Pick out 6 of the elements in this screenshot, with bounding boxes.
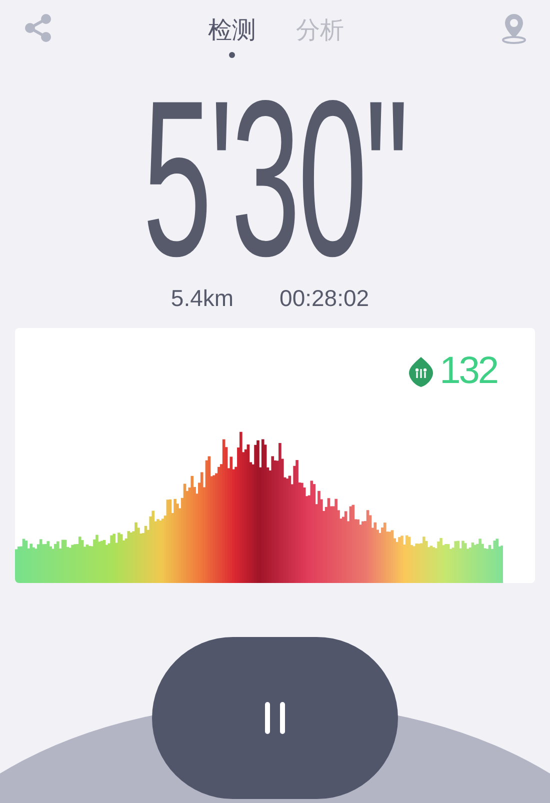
location-pin-icon (501, 12, 527, 44)
pause-icon (264, 701, 286, 735)
leaf-badge-icon (408, 356, 434, 388)
heart-rate-value: 132 (440, 350, 498, 394)
share-icon (23, 13, 53, 43)
tab[interactable]: 检测 (208, 14, 256, 58)
